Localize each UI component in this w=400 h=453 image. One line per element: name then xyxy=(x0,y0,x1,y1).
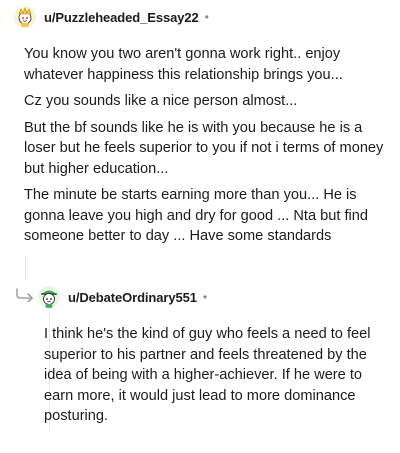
comment-header: u/DebateOrdinary551 • xyxy=(38,284,207,310)
reply-arrow-icon xyxy=(15,288,37,303)
thread-line[interactable] xyxy=(25,256,26,280)
comment-header: u/Puzzleheaded_Essay22 • xyxy=(14,4,209,30)
username[interactable]: u/DebateOrdinary551 xyxy=(68,290,197,305)
comment-paragraph: I think he's the kind of guy who feels a… xyxy=(44,326,371,424)
avatar-snoo-gold-icon[interactable] xyxy=(14,6,36,28)
comment-body: I think he's the kind of guy who feels a… xyxy=(44,324,384,427)
comment-paragraph: Cz you sounds like a nice person almost.… xyxy=(24,93,298,109)
comment-paragraph: The minute be starts earning more than y… xyxy=(24,187,369,244)
comment-paragraph: You know you two aren't gonna work right… xyxy=(24,46,343,83)
separator-dot: • xyxy=(202,290,208,304)
comment-body: You know you two aren't gonna work right… xyxy=(24,44,388,253)
avatar-snoo-green-icon[interactable] xyxy=(38,286,60,308)
username[interactable]: u/Puzzleheaded_Essay22 xyxy=(44,10,199,25)
separator-dot: • xyxy=(204,10,209,24)
comment-paragraph: But the bf sounds like he is with you be… xyxy=(24,119,384,177)
